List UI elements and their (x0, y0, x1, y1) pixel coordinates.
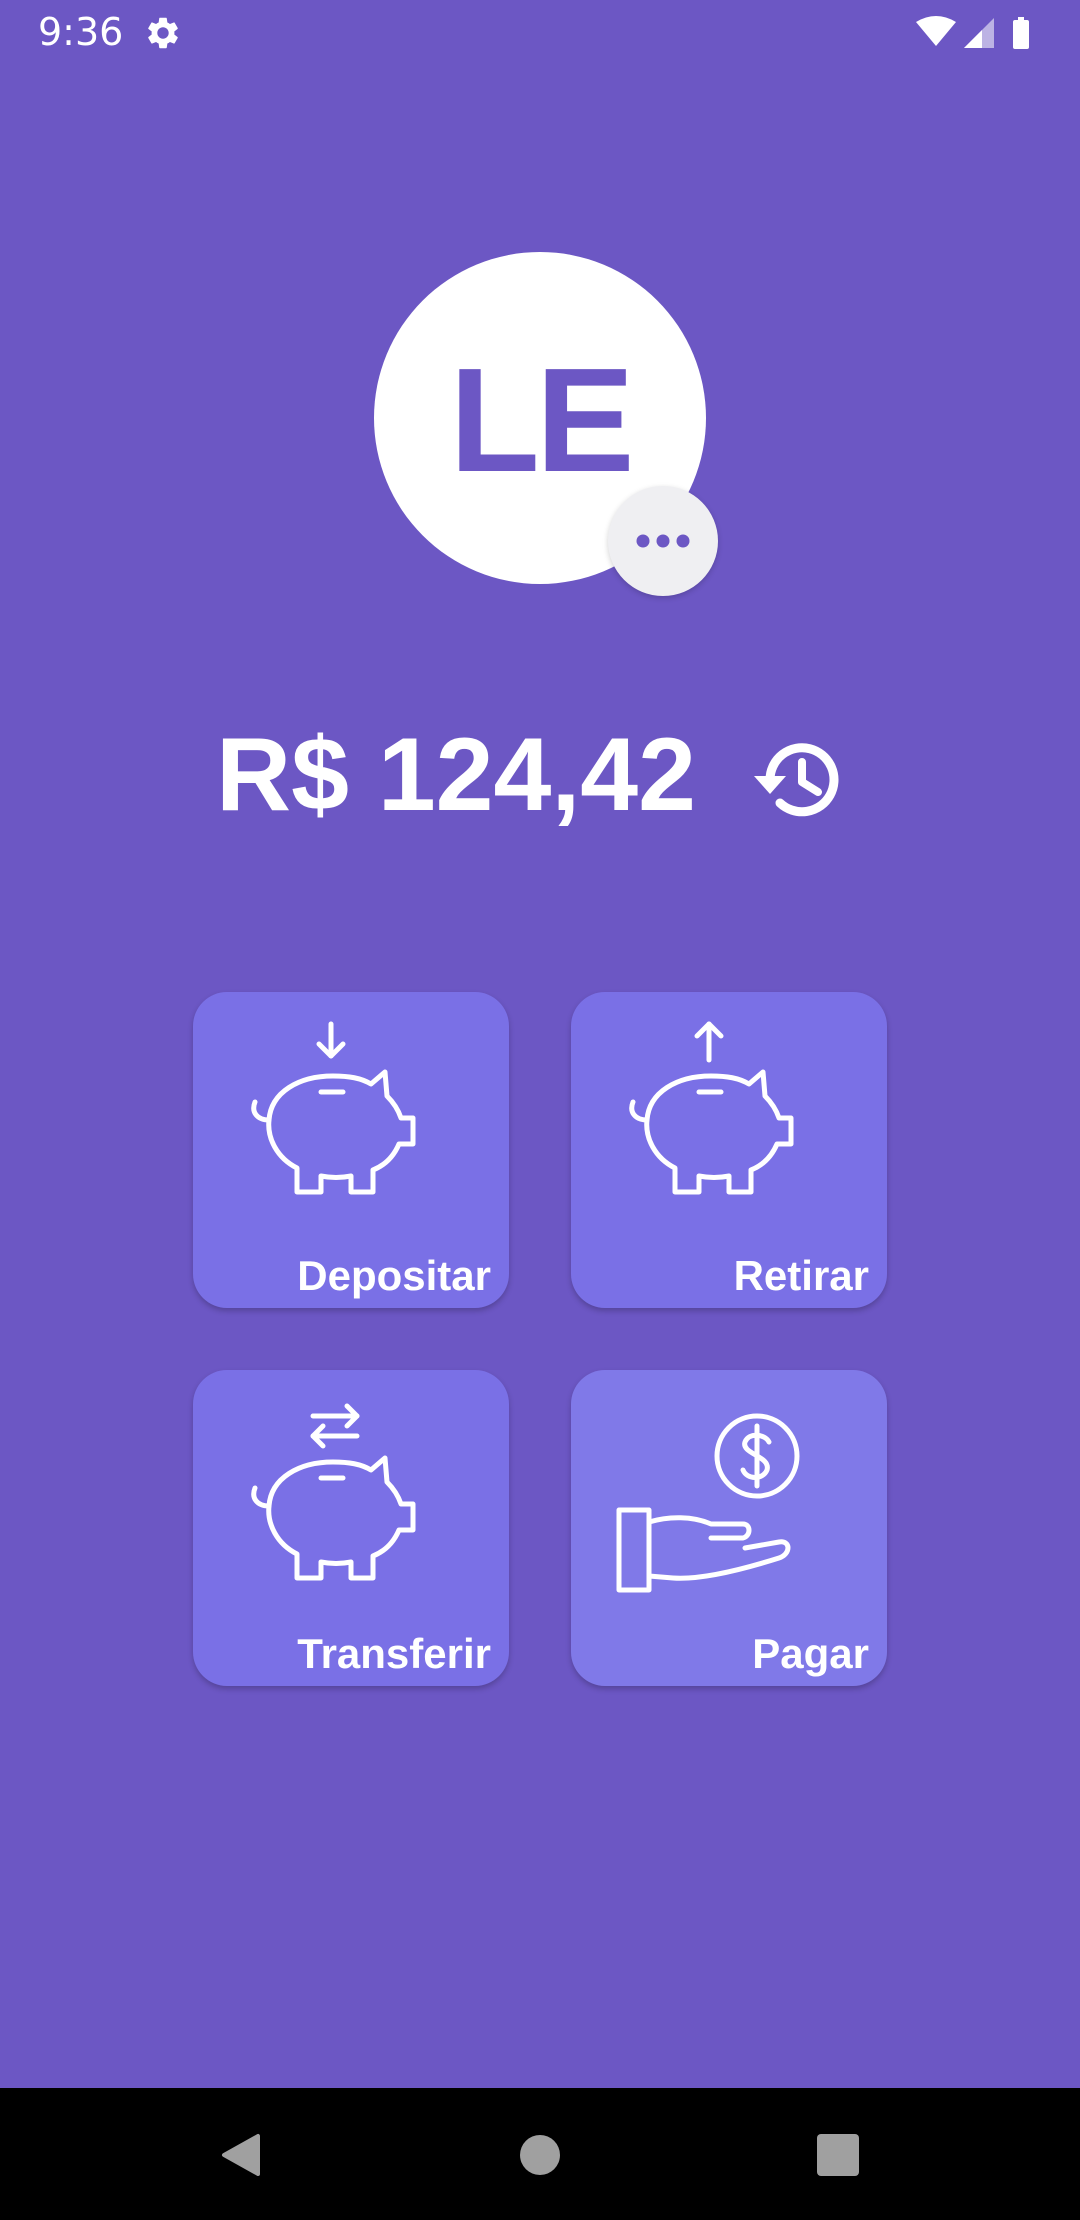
history-icon[interactable] (748, 730, 848, 830)
back-icon[interactable] (214, 2128, 268, 2182)
piggy-bank-withdraw-icon (629, 1021, 794, 1195)
withdraw-tile[interactable]: Retirar (571, 992, 887, 1308)
avatar-initials: LE (449, 338, 634, 503)
battery-icon (1013, 17, 1029, 49)
balance-amount: R$ 124,42 (216, 717, 696, 833)
piggy-bank-deposit-icon (251, 1021, 416, 1195)
withdraw-label: Retirar (733, 1252, 869, 1299)
status-time: 9:36 (38, 10, 124, 54)
wifi-icon (916, 16, 956, 46)
transfer-tile[interactable]: Transferir (193, 1370, 509, 1686)
home-icon[interactable] (513, 2128, 567, 2182)
avatar-options-button[interactable] (608, 486, 718, 596)
gear-icon (148, 17, 178, 49)
status-bar: 9:36 (0, 0, 1080, 66)
more-horizontal-icon (636, 534, 690, 548)
deposit-tile[interactable]: Depositar (193, 992, 509, 1308)
piggy-bank-transfer-icon (251, 1403, 416, 1581)
recents-icon[interactable] (811, 2128, 865, 2182)
deposit-label: Depositar (297, 1252, 491, 1299)
navigation-bar (0, 2088, 1080, 2220)
pay-label: Pagar (752, 1630, 869, 1677)
hand-coin-pay-icon (616, 1413, 800, 1593)
pay-tile[interactable]: Pagar (571, 1370, 887, 1686)
balance-row: R$ 124,42 (0, 710, 1080, 840)
transfer-label: Transferir (297, 1630, 491, 1677)
status-icons (916, 16, 1029, 49)
cell-signal-icon (964, 18, 994, 48)
app-screen: 9:36 LE R$ 124,42 Depositar Retirar Tran… (0, 0, 1080, 2220)
